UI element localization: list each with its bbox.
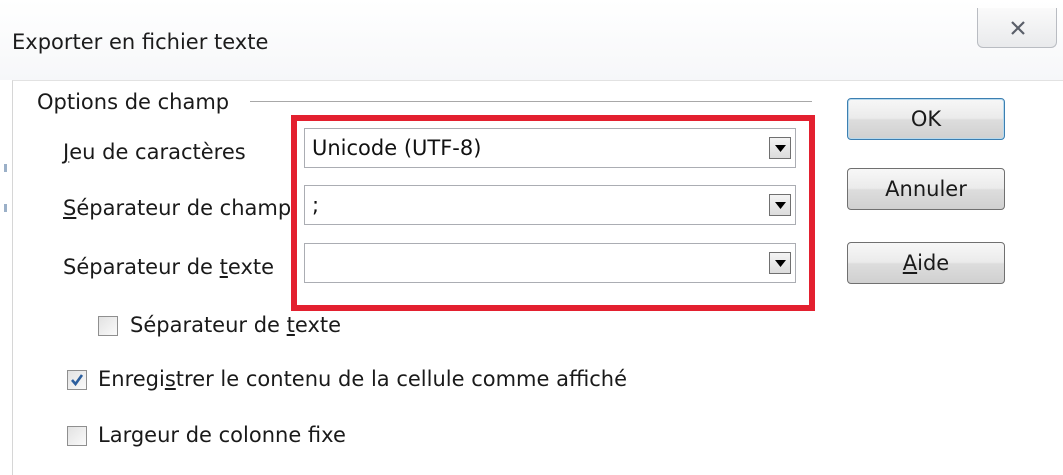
field-separator-label-rest: éparateur de champ — [76, 196, 292, 220]
save-as-displayed-checkbox[interactable] — [67, 370, 87, 390]
ok-button[interactable]: OK — [847, 98, 1005, 140]
checkbox-label-after: xe — [321, 423, 346, 447]
checkbox-label-after: exte — [294, 313, 342, 337]
cancel-button[interactable]: Annuler — [847, 168, 1005, 210]
checkbox-label-before: Enregi — [98, 367, 165, 391]
red-highlight-box — [291, 115, 815, 311]
charset-label-rest: eu de caractères — [69, 140, 246, 164]
checkmark-icon — [71, 374, 84, 387]
checkbox-label-before: Séparateur de — [130, 313, 287, 337]
close-button[interactable] — [977, 8, 1057, 48]
text-separator-checkbox[interactable] — [98, 316, 118, 336]
fixed-column-width-checkbox-label[interactable]: Largeur de colonne fixe — [98, 423, 346, 447]
help-button-accel: A — [902, 251, 918, 275]
group-divider — [250, 101, 812, 103]
fixed-column-width-checkbox[interactable] — [67, 426, 87, 446]
text-separator-label-before: Séparateur de — [63, 255, 220, 279]
text-separator-label: Séparateur de texte — [63, 255, 274, 279]
field-options-group-label: Options de champ — [37, 90, 238, 114]
save-as-displayed-checkbox-label[interactable]: Enregistrer le contenu de la cellule com… — [98, 367, 627, 391]
field-separator-label: Séparateur de champ — [63, 196, 291, 220]
field-separator-label-accel: S — [63, 196, 77, 220]
window-title: Exporter en fichier texte — [12, 30, 269, 54]
checkbox-label-accel: t — [286, 313, 295, 337]
help-button[interactable]: Aide — [847, 242, 1005, 284]
checkbox-label-after: trer le contenu de la cellule comme affi… — [175, 367, 628, 391]
charset-label: Jeu de caractères — [63, 140, 246, 164]
text-separator-label-after: exte — [227, 255, 275, 279]
window-edge-marks — [4, 164, 7, 224]
checkbox-label-accel: s — [164, 367, 176, 391]
title-bar: Exporter en fichier texte — [0, 0, 1063, 80]
checkbox-label-before: Largeur de colonne f — [98, 423, 322, 447]
text-separator-label-accel: t — [219, 255, 228, 279]
help-button-rest: ide — [917, 251, 950, 275]
close-icon — [1011, 21, 1025, 35]
text-separator-checkbox-label[interactable]: Séparateur de texte — [130, 313, 341, 337]
